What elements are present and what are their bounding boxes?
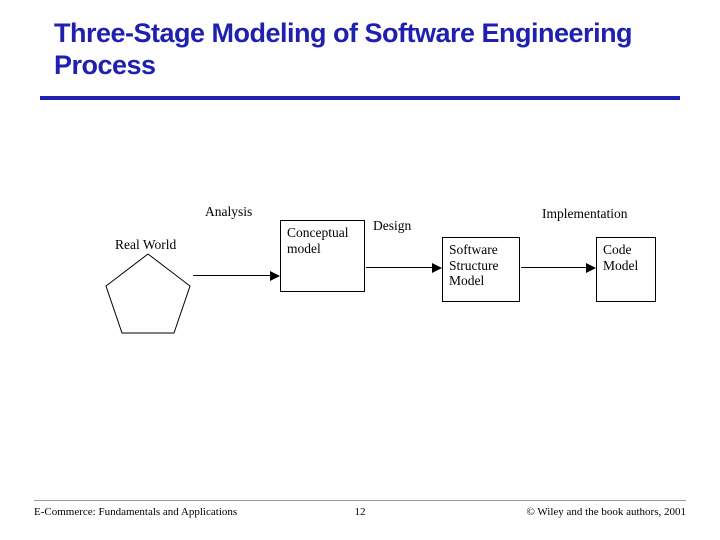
arrow-analysis-line (193, 275, 270, 276)
conceptual-model-text: Conceptual model (287, 225, 348, 256)
software-structure-model-box: Software Structure Model (442, 237, 520, 302)
conceptual-model-box: Conceptual model (280, 220, 365, 292)
software-structure-model-text: Software Structure Model (449, 242, 499, 288)
real-world-label: Real World (115, 237, 176, 253)
arrow-design-line (366, 267, 432, 268)
arrow-design-head (432, 263, 442, 273)
stage-label-implementation: Implementation (542, 206, 627, 222)
code-model-text: Code Model (603, 242, 638, 273)
arrow-implementation-head (586, 263, 596, 273)
code-model-box: Code Model (596, 237, 656, 302)
arrow-implementation-line (521, 267, 586, 268)
stage-label-analysis: Analysis (205, 204, 252, 220)
footer-right: © Wiley and the book authors, 2001 (526, 506, 686, 518)
footer-rule (34, 500, 686, 501)
real-world-pentagon (104, 253, 192, 335)
stage-label-design: Design (373, 218, 411, 234)
arrow-analysis-head (270, 271, 280, 281)
diagram-area: Analysis Design Implementation Real Worl… (0, 0, 720, 540)
